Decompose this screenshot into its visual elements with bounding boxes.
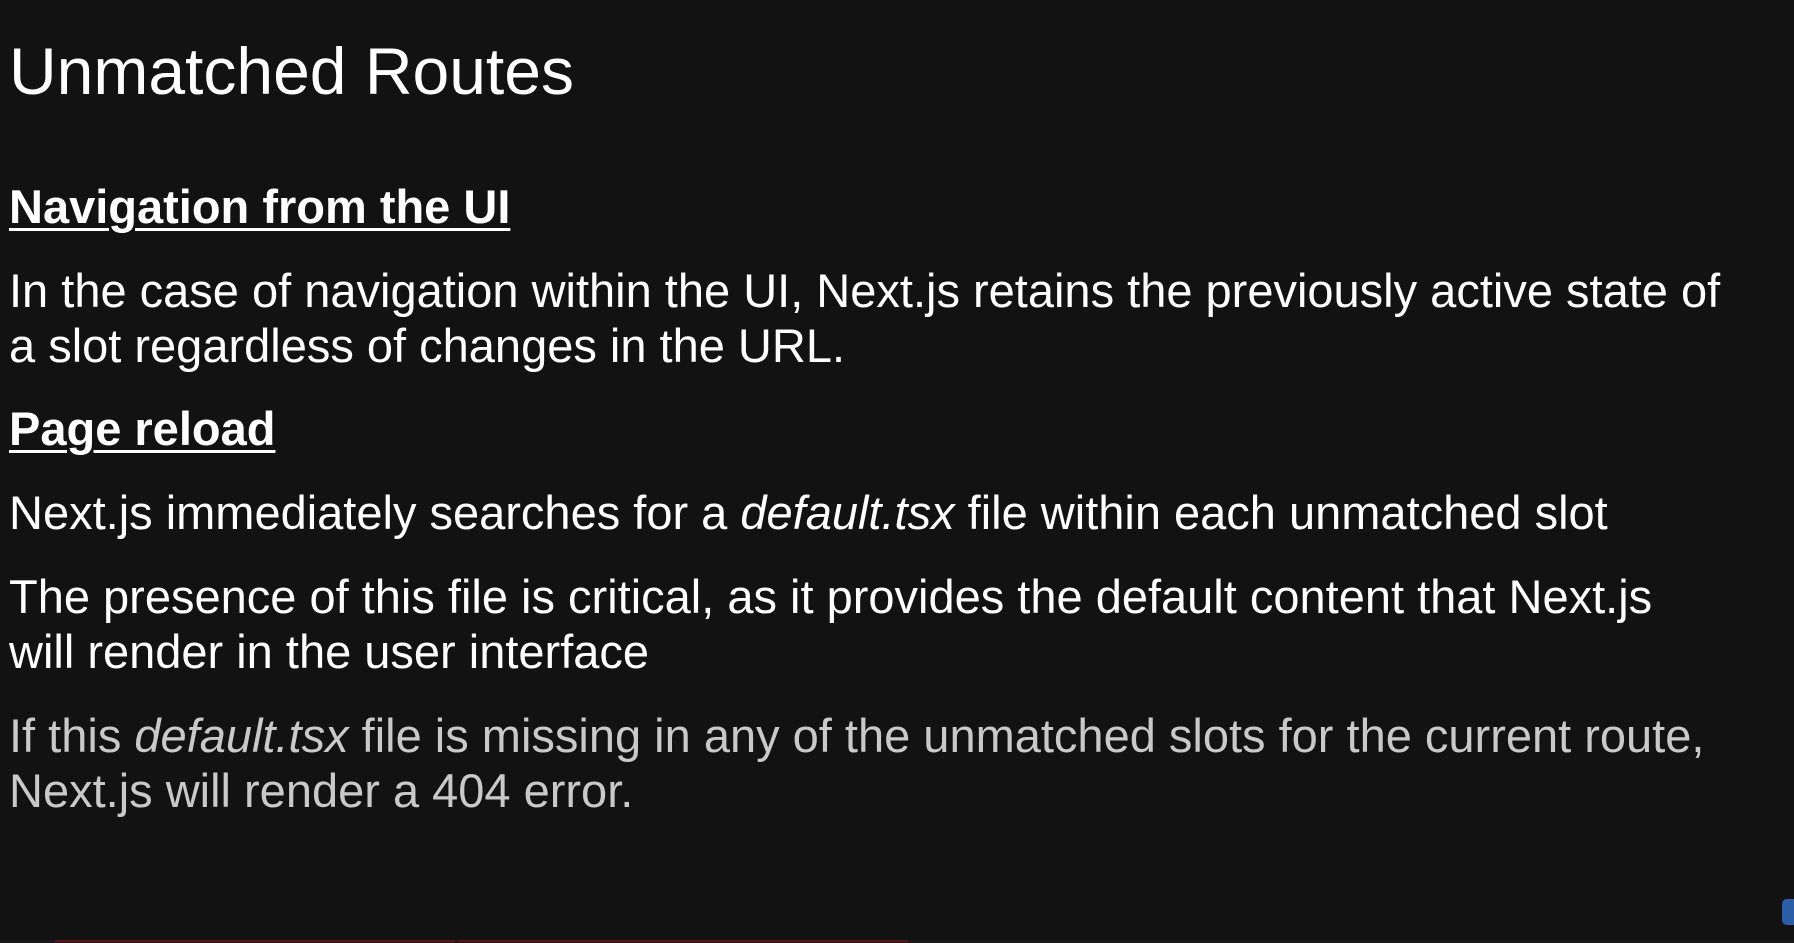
section-heading-page-reload: Page reload (9, 402, 276, 456)
paragraph-file-critical: The presence of this file is critical, a… (9, 569, 1779, 679)
slide-title: Unmatched Routes (9, 34, 574, 108)
corner-badge-icon[interactable] (1782, 899, 1794, 925)
paragraph-line: In the case of navigation within the UI,… (9, 264, 1721, 318)
paragraph-text: If this (9, 709, 135, 763)
progress-segment (458, 940, 908, 942)
paragraph-text: file is missing in any of the unmatched … (348, 709, 1705, 763)
paragraph-text: file within each unmatched slot (954, 486, 1608, 540)
paragraph-default-search: Next.js immediately searches for a defau… (9, 485, 1779, 540)
paragraph-404-error: If this default.tsx file is missing in a… (9, 708, 1779, 818)
progress-segment (55, 940, 455, 942)
filename-default-tsx: default.tsx (134, 709, 349, 763)
paragraph-line: The presence of this file is critical, a… (9, 570, 1653, 624)
paragraph-line: will render in the user interface (9, 625, 650, 679)
paragraph-line: Next.js will render a 404 error. (9, 764, 634, 818)
slide: Unmatched Routes Navigation from the UI … (0, 0, 1794, 943)
paragraph-line: a slot regardless of changes in the URL. (9, 319, 846, 373)
paragraph-navigation: In the case of navigation within the UI,… (9, 263, 1779, 373)
paragraph-text: Next.js immediately searches for a (9, 486, 741, 540)
filename-default-tsx: default.tsx (740, 486, 955, 540)
section-heading-navigation: Navigation from the UI (9, 180, 511, 233)
slide-content: Navigation from the UI In the case of na… (9, 180, 1779, 847)
